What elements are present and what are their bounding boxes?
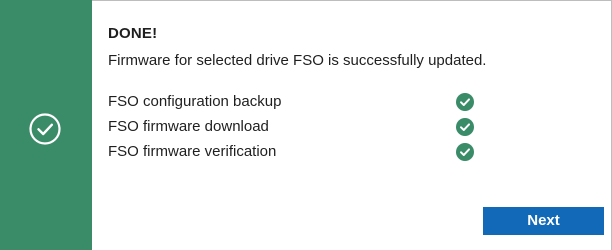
check-icon xyxy=(456,118,474,136)
step-label: FSO firmware verification xyxy=(108,143,277,160)
dialog-top-border xyxy=(92,0,612,1)
step-item-firmware-verification: FSO firmware verification xyxy=(108,142,488,167)
status-stripe xyxy=(0,0,92,250)
step-label: FSO configuration backup xyxy=(108,93,282,110)
check-icon xyxy=(456,143,474,161)
dialog-title: DONE! xyxy=(108,25,158,42)
step-item-configuration-backup: FSO configuration backup xyxy=(108,92,488,117)
step-list: FSO configuration backup FSO firmware do… xyxy=(108,92,488,167)
step-item-firmware-download: FSO firmware download xyxy=(108,117,488,142)
next-button[interactable]: Next xyxy=(483,207,604,235)
check-circle-icon xyxy=(29,113,61,145)
dialog-message: Firmware for selected drive FSO is succe… xyxy=(108,52,487,69)
step-label: FSO firmware download xyxy=(108,118,269,135)
check-icon xyxy=(456,93,474,111)
firmware-update-dialog: DONE! Firmware for selected drive FSO is… xyxy=(0,0,612,250)
